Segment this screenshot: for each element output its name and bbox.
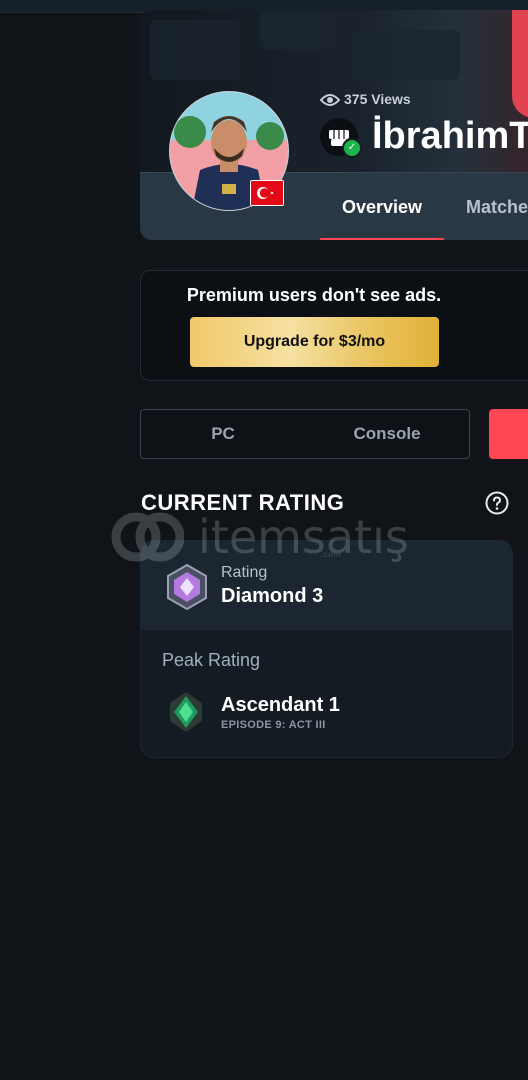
tab-matches[interactable]: Matche xyxy=(466,173,528,240)
upgrade-button[interactable]: Upgrade for $3/mo xyxy=(190,317,439,367)
current-rating-row: Rating Diamond 3 xyxy=(141,541,512,630)
platform-toggle: PC Console xyxy=(140,409,470,459)
peak-rating-episode: EPISODE 9: ACT III xyxy=(221,719,326,731)
rating-card: Rating Diamond 3 Peak Rating Ascendant 1… xyxy=(140,540,513,758)
current-rating-value: Diamond 3 xyxy=(221,585,324,607)
platform-option-console[interactable]: Console xyxy=(305,410,469,458)
help-icon[interactable] xyxy=(485,491,509,515)
turkey-flag xyxy=(250,180,284,206)
view-count: 375 Views xyxy=(319,91,411,107)
eye-icon xyxy=(319,94,341,106)
premium-message: Premium users don't see ads. xyxy=(186,285,442,305)
section-title-current-rating: CURRENT RATING xyxy=(141,490,345,515)
tab-overview[interactable]: Overview xyxy=(320,173,444,240)
premium-ad-box: Premium users don't see ads. Upgrade for… xyxy=(140,270,528,381)
banner-accent xyxy=(512,10,528,118)
peak-rating-label: Peak Rating xyxy=(162,650,261,670)
player-name: İbrahimT xyxy=(372,115,528,157)
accent-button[interactable] xyxy=(489,409,528,459)
verified-check-icon: ✓ xyxy=(342,138,362,158)
current-rating-label: Rating xyxy=(221,564,268,581)
diamond-rank-icon xyxy=(167,563,207,611)
platform-option-pc[interactable]: PC xyxy=(141,410,305,458)
peak-rating-value: Ascendant 1 xyxy=(221,694,340,716)
view-count-text: 375 Views xyxy=(344,91,411,107)
ascendant-rank-icon xyxy=(170,692,202,732)
